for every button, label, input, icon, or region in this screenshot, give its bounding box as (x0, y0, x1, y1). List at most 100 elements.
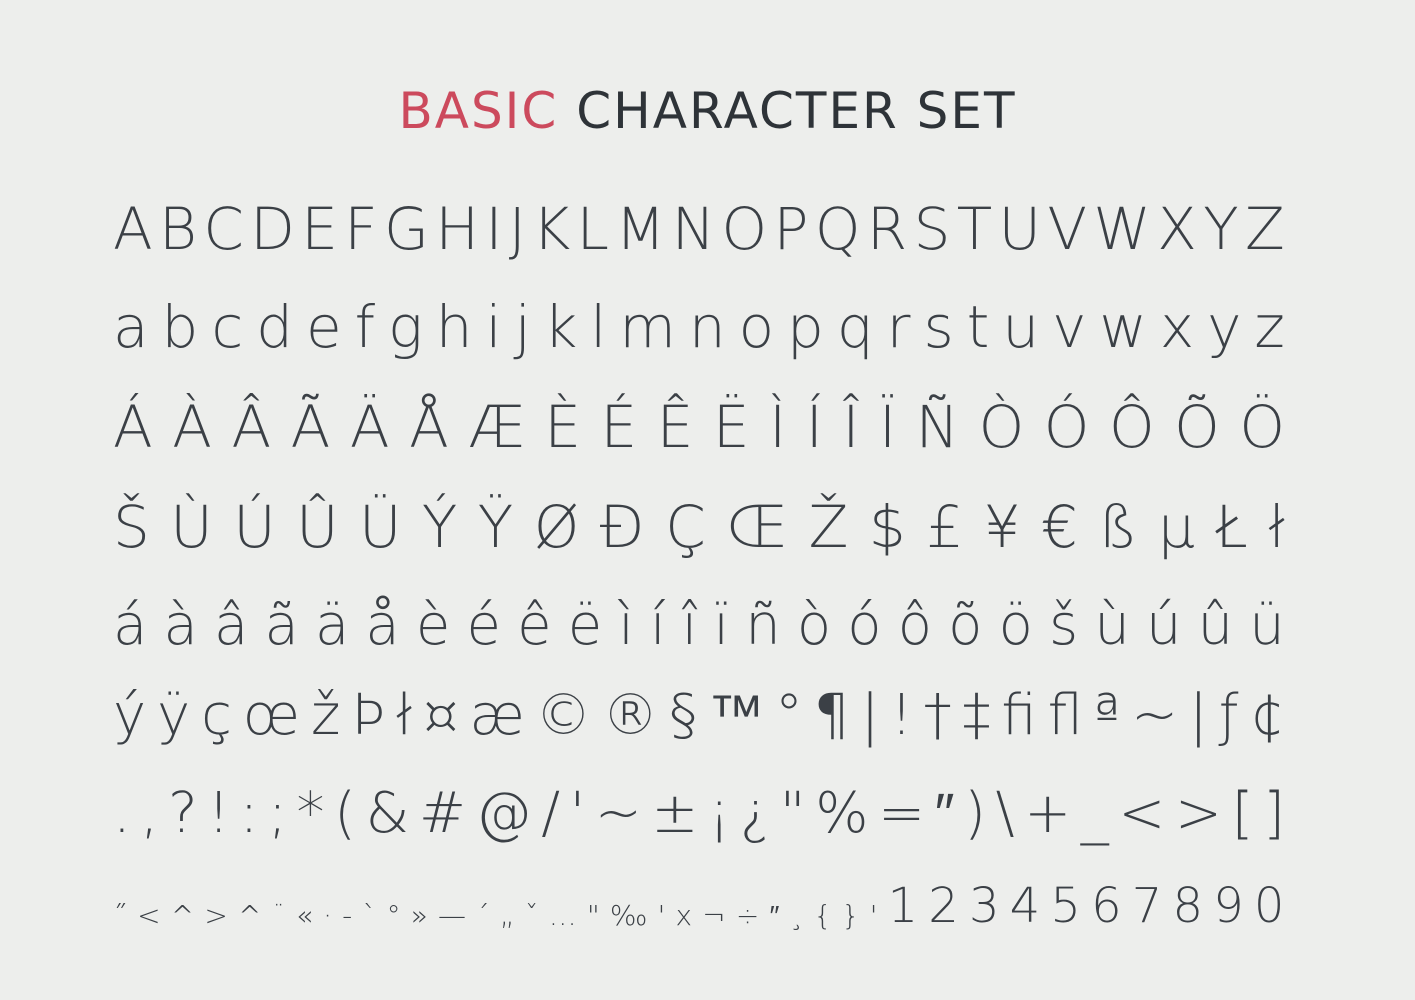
glyph: ö (998, 593, 1033, 658)
glyph: 6 (1091, 878, 1122, 934)
glyph: c (211, 293, 244, 361)
glyph: Ä (349, 393, 390, 461)
glyph: S (913, 195, 951, 263)
glyph: | (1188, 683, 1208, 748)
glyph: l (590, 293, 607, 361)
glyph: ' (657, 899, 666, 932)
glyph: ; (267, 781, 287, 846)
glyph: . (113, 781, 131, 846)
glyph: 7 (1131, 878, 1163, 934)
glyph: b (161, 293, 199, 361)
glyph: Q (814, 195, 861, 263)
glyph: ″ (769, 899, 780, 932)
glyph: Ã (290, 393, 331, 461)
glyph-row-misc-and-digits: ˝ < ^ > ^ ¨ «· - ` °» — ´ „ ˇ… " ‰ ' x ¬ ÷ ″ ¸{} ' 1 2 3 4 5 6 7 8 9 0 (113, 866, 1285, 930)
glyph: ' (569, 781, 586, 846)
glyph: Ô (1108, 393, 1155, 461)
glyph: É (600, 393, 638, 461)
glyph: å (365, 593, 400, 658)
glyph: V (1047, 195, 1088, 263)
glyph: ¢ (1249, 683, 1285, 748)
glyph: J (508, 195, 526, 263)
glyph: \ (995, 781, 1015, 846)
glyph: v (1052, 293, 1087, 361)
glyph: > (204, 899, 228, 932)
glyph: ) (964, 781, 986, 846)
glyph: - (342, 899, 353, 932)
glyph: £ (926, 493, 964, 561)
glyph: E (301, 195, 338, 263)
glyph: ﬁ (1001, 683, 1037, 748)
glyph: ? (167, 781, 198, 846)
glyph-row-lowercase: abcdefghijklmnopqrstuvwxyz (113, 284, 1285, 356)
glyph: ã (264, 593, 299, 658)
glyph: R (866, 195, 908, 263)
glyph: _ (1080, 781, 1109, 846)
glyph: 2 (928, 878, 959, 934)
glyph: 9 (1213, 878, 1244, 934)
glyph: > (1175, 781, 1222, 846)
glyph: é (466, 593, 501, 658)
glyph: µ (1157, 493, 1195, 561)
glyph: < (137, 899, 161, 932)
glyph: ‡ (962, 683, 991, 748)
glyph: Ë (712, 393, 750, 461)
glyph: N (671, 195, 716, 263)
glyph: Ü (359, 493, 402, 561)
glyph: Ý (421, 493, 458, 561)
glyph: ý (113, 683, 147, 748)
glyph: x (1159, 293, 1195, 361)
glyph: ° (386, 899, 401, 932)
page-title: BASIC CHARACTER SET (0, 82, 1415, 140)
glyph: % (815, 781, 869, 846)
glyph: Ł (1215, 493, 1248, 561)
glyph: & (365, 781, 410, 846)
glyph: u (1002, 293, 1040, 361)
glyph: û (1197, 593, 1234, 658)
glyph: ü (1249, 593, 1285, 658)
glyph: … (548, 899, 577, 932)
glyph: Á (113, 393, 153, 461)
glyph-row-accented-uppercase-2: Š Ù Ú Û Ü Ý Ÿ Ø Đ Ç Œ Ž $ £ ¥ € ß µ Łł (113, 476, 1285, 556)
glyph: w (1099, 293, 1147, 361)
glyph: ž (311, 683, 341, 748)
glyph: Z (1245, 195, 1285, 263)
glyph: ¬ (702, 899, 726, 932)
glyph: — (438, 899, 467, 932)
glyph: K (532, 195, 571, 263)
glyph: æ (469, 683, 525, 748)
glyph: Ï (879, 393, 897, 461)
glyph: @ (475, 781, 532, 846)
glyph: d (256, 293, 293, 361)
glyph-row-symbols-1: ý ÿ ç œ ž Þł ¤ æ © ® § ™ ° ¶ |! † ‡ ﬁ ﬂ ª ~ | ƒ ¢ (113, 666, 1285, 744)
glyph: " (779, 781, 806, 846)
glyph: ò (796, 593, 832, 658)
glyph: Þ (351, 683, 386, 748)
glyph: ù (1094, 593, 1130, 658)
glyph: k (543, 293, 578, 361)
glyph: p (787, 293, 824, 361)
glyph: i (485, 293, 502, 361)
glyph: y (1207, 293, 1242, 361)
glyph: q (836, 293, 874, 361)
glyph: ł (1268, 493, 1285, 561)
glyph: Ç (665, 493, 706, 561)
glyph: ® (602, 683, 659, 748)
glyph: Ú (233, 493, 276, 561)
glyph: ¸ (789, 899, 804, 932)
glyph: Ÿ (477, 493, 514, 561)
glyph: s (923, 293, 954, 361)
glyph: ~ (1131, 683, 1179, 748)
glyph: * (296, 781, 325, 846)
glyph: í (650, 593, 666, 658)
glyph: ! (890, 683, 913, 748)
glyph: ¨ (271, 899, 286, 932)
glyph: Î (842, 393, 860, 461)
glyph: 3 (968, 878, 1000, 934)
title-rest: CHARACTER SET (576, 82, 1017, 140)
glyph: ê (517, 593, 552, 658)
glyph: Å (409, 393, 449, 461)
glyph: ä (314, 593, 350, 658)
glyph: / (541, 781, 561, 846)
glyph: t (966, 293, 990, 361)
